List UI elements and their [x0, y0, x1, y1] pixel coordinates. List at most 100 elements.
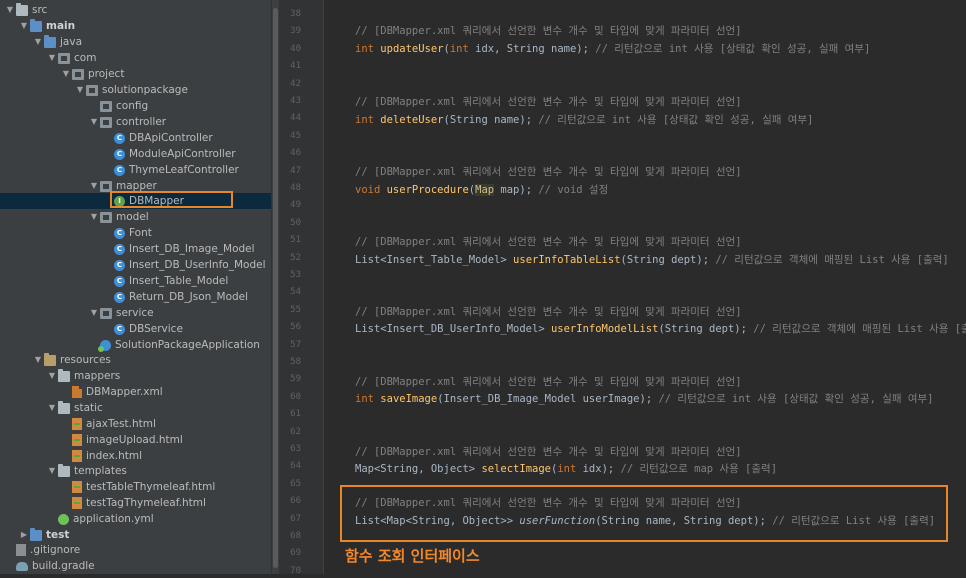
tree-item-imageupload-html[interactable]: imageUpload.html — [60, 432, 183, 448]
line-number: 49 — [290, 200, 301, 211]
pkg-icon — [100, 211, 112, 223]
chevron-down-icon[interactable]: ▼ — [46, 463, 58, 479]
html-icon — [72, 418, 82, 430]
folder-icon — [58, 400, 70, 414]
tree-item-gitignore[interactable]: .gitignore — [4, 542, 80, 558]
tree-item-solutionpackage[interactable]: ▼ solutionpackage — [74, 82, 188, 98]
code-token: int — [355, 393, 381, 405]
tree-item-src[interactable]: ▼ src — [4, 2, 47, 18]
chevron-down-icon[interactable]: ▼ — [74, 82, 86, 98]
chevron-down-icon[interactable]: ▼ — [32, 34, 44, 50]
code-token: idx, String name); — [475, 43, 596, 55]
code-token: Map — [475, 184, 495, 196]
code-line[interactable]: Map<String, Object> selectImage(int idx)… — [355, 462, 777, 476]
tree-item-dbservice[interactable]: DBService — [102, 321, 183, 337]
chevron-down-icon[interactable]: ▼ — [88, 209, 100, 225]
tree-item-templates[interactable]: ▼ templates — [46, 463, 127, 479]
gradle-icon — [16, 561, 28, 571]
tree-item-model[interactable]: ▼ model — [88, 209, 149, 225]
code-line[interactable]: // [DBMapper.xml 쿼리에서 선언한 변수 개수 및 타입에 맞게… — [355, 24, 742, 38]
tree-item-application-yml[interactable]: application.yml — [46, 511, 154, 527]
tree-item-dbapicontroller[interactable]: DBApiController — [102, 130, 213, 146]
chevron-down-icon[interactable]: ▼ — [88, 178, 100, 194]
chevron-down-icon[interactable]: ▼ — [4, 2, 16, 18]
tree-item-solutionpackageapplication[interactable]: SolutionPackageApplication — [88, 337, 260, 353]
class-icon — [114, 243, 125, 255]
tree-item-label: test — [46, 529, 70, 541]
chevron-down-icon[interactable]: ▼ — [88, 114, 100, 130]
tree-item-return-db-json-model[interactable]: Return_DB_Json_Model — [102, 289, 248, 305]
tree-item-label: main — [46, 20, 76, 32]
tree-item-label: Insert_DB_UserInfo_Model — [129, 259, 266, 271]
tree-item-ajaxtest-html[interactable]: ajaxTest.html — [60, 416, 156, 432]
yml-icon — [58, 513, 69, 525]
chevron-down-icon[interactable]: ▼ — [18, 18, 30, 34]
tree-item-insert-table-model[interactable]: Insert_Table_Model — [102, 273, 228, 289]
tree-item-label: DBApiController — [129, 132, 213, 144]
tree-item-project[interactable]: ▼ project — [60, 66, 125, 82]
tree-item-label: templates — [74, 465, 127, 477]
tree-item-label: solutionpackage — [102, 84, 188, 96]
code-line[interactable]: List<Insert_Table_Model> userInfoTableLi… — [355, 253, 949, 267]
code-line[interactable]: // [DBMapper.xml 쿼리에서 선언한 변수 개수 및 타입에 맞게… — [355, 445, 742, 459]
code-token: // [DBMapper.xml 쿼리에서 선언한 변수 개수 및 타입에 맞게… — [355, 25, 742, 37]
tree-item-java[interactable]: ▼ java — [32, 34, 82, 50]
tree-item-thymeleafcontroller[interactable]: ThymeLeafController — [102, 162, 239, 178]
code-line[interactable]: void userProcedure(Map map); // void 설정 — [355, 183, 608, 197]
tree-item-resources[interactable]: ▼ resources — [32, 352, 111, 368]
code-line[interactable]: int updateUser(int idx, String name); //… — [355, 42, 870, 56]
code-line[interactable]: // [DBMapper.xml 쿼리에서 선언한 변수 개수 및 타입에 맞게… — [355, 95, 742, 109]
chevron-right-icon[interactable]: ▶ — [18, 527, 30, 543]
srcfolder-icon — [30, 18, 42, 32]
code-token: // [DBMapper.xml 쿼리에서 선언한 변수 개수 및 타입에 맞게… — [355, 236, 742, 248]
html-icon — [72, 450, 82, 462]
tree-item-moduleapicontroller[interactable]: ModuleApiController — [102, 146, 236, 162]
project-tree[interactable]: ▼ src ▼ main ▼ java ▼ com ▼ project ▼ solutionpacka… — [0, 0, 271, 574]
html-icon — [72, 434, 82, 446]
tree-item-testtagthymeleaf-html[interactable]: testTagThymeleaf.html — [60, 495, 206, 511]
tree-scrollbar-thumb[interactable] — [273, 8, 278, 568]
tree-item-static[interactable]: ▼ static — [46, 400, 103, 416]
tree-item-build-gradle[interactable]: build.gradle — [4, 558, 95, 574]
code-line[interactable]: // [DBMapper.xml 쿼리에서 선언한 변수 개수 및 타입에 맞게… — [355, 165, 742, 179]
tree-item-testtablethymeleaf-html[interactable]: testTableThymeleaf.html — [60, 479, 215, 495]
tree-item-service[interactable]: ▼ service — [88, 305, 154, 321]
code-token: userInfoModelList — [550, 323, 659, 335]
chevron-down-icon[interactable]: ▼ — [32, 352, 44, 368]
chevron-down-icon[interactable]: ▼ — [46, 368, 58, 384]
tree-item-controller[interactable]: ▼ controller — [88, 114, 166, 130]
tree-item-mappers[interactable]: ▼ mappers — [46, 368, 120, 384]
tree-item-label: src — [32, 4, 48, 16]
chevron-down-icon[interactable]: ▼ — [46, 400, 58, 416]
tree-item-font[interactable]: Font — [102, 225, 152, 241]
tree-item-com[interactable]: ▼ com — [46, 50, 97, 66]
tree-item-config[interactable]: config — [88, 98, 148, 114]
line-number: 55 — [290, 304, 301, 315]
code-line[interactable]: int deleteUser(String name); // 리턴값으로 in… — [355, 113, 813, 127]
code-line[interactable]: // [DBMapper.xml 쿼리에서 선언한 변수 개수 및 타입에 맞게… — [355, 375, 742, 389]
code-token: map); — [494, 184, 539, 196]
tree-item-insert-db-userinfo-model[interactable]: Insert_DB_UserInfo_Model — [102, 257, 266, 273]
code-token: // [DBMapper.xml 쿼리에서 선언한 변수 개수 및 타입에 맞게… — [355, 96, 742, 108]
xml-icon — [72, 386, 82, 398]
folder-icon — [58, 463, 70, 477]
tree-item-dbmapper-xml[interactable]: DBMapper.xml — [60, 384, 163, 400]
userfunction-highlight-box — [340, 485, 948, 542]
chevron-down-icon[interactable]: ▼ — [88, 305, 100, 321]
tree-item-insert-db-image-model[interactable]: Insert_DB_Image_Model — [102, 241, 255, 257]
class-icon — [114, 132, 125, 144]
tree-item-test[interactable]: ▶ test — [18, 527, 69, 543]
code-line[interactable]: int saveImage(Insert_DB_Image_Model user… — [355, 392, 934, 406]
chevron-down-icon[interactable]: ▼ — [60, 66, 72, 82]
chevron-down-icon[interactable]: ▼ — [46, 50, 58, 66]
tree-item-label: mappers — [74, 370, 121, 382]
code-line[interactable]: List<Insert_DB_UserInfo_Model> userInfoM… — [355, 322, 966, 336]
tree-item-label: controller — [116, 116, 167, 128]
code-token: (String dept); — [620, 254, 716, 266]
line-number: 69 — [290, 548, 301, 559]
code-line[interactable]: // [DBMapper.xml 쿼리에서 선언한 변수 개수 및 타입에 맞게… — [355, 305, 742, 319]
tree-item-main[interactable]: ▼ main — [18, 18, 75, 34]
tree-item-index-html[interactable]: index.html — [60, 448, 142, 464]
tree-item-label: resources — [60, 354, 111, 366]
code-line[interactable]: // [DBMapper.xml 쿼리에서 선언한 변수 개수 및 타입에 맞게… — [355, 235, 742, 249]
